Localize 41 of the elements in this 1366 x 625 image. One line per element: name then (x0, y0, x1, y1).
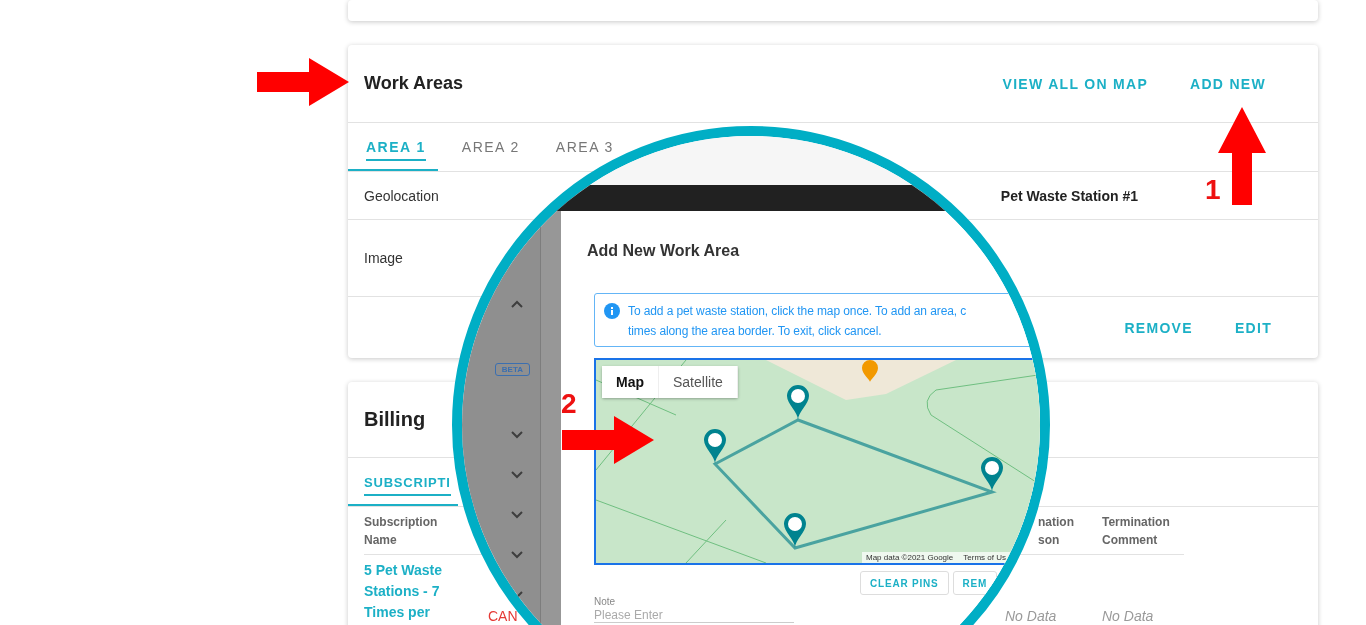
info-text: times along the area border. To exit, click cancel. (628, 323, 883, 340)
step-number: 2 (561, 389, 577, 419)
map-attribution: Map data ©2021 Google (866, 552, 954, 563)
note-input[interactable]: Please Enter (594, 608, 794, 623)
remove-button[interactable]: REM (952, 571, 998, 595)
area-tab[interactable]: AREA 1 (366, 135, 426, 161)
subscription-tab[interactable]: SUBSCRIPTI (364, 470, 451, 496)
field-label: Image (364, 250, 403, 266)
map-drawing[interactable] (596, 360, 1040, 563)
beta-badge: BETA (494, 363, 530, 376)
chevron-down-icon[interactable] (510, 470, 524, 480)
field-label: Geolocation (364, 187, 439, 204)
note-label: Note (594, 596, 617, 608)
arrow-right-icon (257, 58, 349, 106)
chevron-up-icon[interactable] (510, 299, 524, 309)
table-cell-text: No Data (1102, 607, 1154, 625)
dialog-title: Add New Work Area (587, 241, 741, 261)
status-text: CAN (488, 607, 518, 625)
terms-link[interactable]: Terms of Us (963, 552, 1006, 563)
edit-button[interactable]: EDIT (1226, 313, 1280, 342)
subscription-link[interactable]: 5 Pet Waste Stations - 7 Times per (364, 560, 450, 623)
section-title: Work Areas (364, 73, 464, 94)
info-text: To add a pet waste station, click the map once. To add an area, c (628, 303, 967, 320)
arrow-up-icon (1218, 107, 1266, 205)
section-title: Billing (364, 408, 426, 431)
area-tab[interactable]: AREA 3 (555, 135, 614, 161)
add-new-button[interactable]: ADD NEW (1182, 69, 1274, 98)
chevron-down-icon[interactable] (510, 550, 524, 560)
map-mode-tab[interactable]: Map (602, 366, 659, 398)
chevron-down-icon[interactable] (510, 430, 524, 440)
area-tab[interactable]: AREA 2 (461, 135, 520, 161)
view-map-button[interactable]: VIEW ALL ON MAP (994, 69, 1156, 98)
step-number: 1 (1205, 175, 1221, 205)
map-mode-tab[interactable]: Satellite (659, 366, 738, 398)
table-cell-text: No Data (1005, 607, 1057, 625)
info-icon (604, 303, 620, 319)
remove-button[interactable]: REMOVE (1116, 313, 1201, 342)
arrow-right-icon (562, 416, 654, 464)
clear-pins-button[interactable]: CLEAR PINS (860, 571, 949, 595)
field-value: Pet Waste Station #1 (1000, 187, 1138, 204)
chevron-down-icon[interactable] (510, 510, 524, 520)
